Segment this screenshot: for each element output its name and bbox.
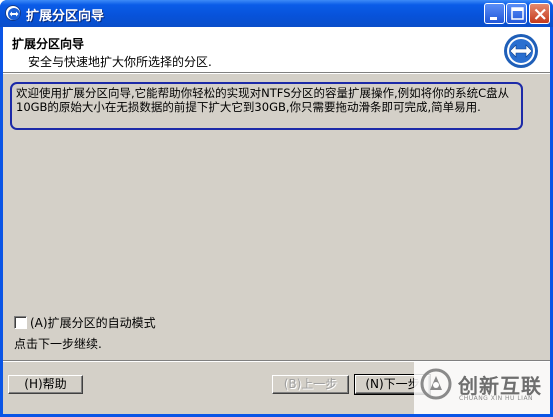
close-button[interactable] [529, 3, 550, 24]
wizard-header: 扩展分区向导 安全与快速地扩大你所选择的分区. [3, 27, 550, 72]
wizard-window: 扩展分区向导 扩展分区向导 安全与快速地扩大你所选择的分区. 欢迎使用扩展分区向… [0, 0, 553, 417]
maximize-button[interactable] [506, 3, 527, 24]
app-icon [5, 5, 21, 21]
auto-mode-label[interactable]: (A)扩展分区的自动模式 [30, 314, 156, 331]
window-title: 扩展分区向导 [26, 9, 105, 24]
minimize-button[interactable] [484, 3, 505, 24]
resize-partition-icon [504, 34, 538, 68]
title-bar[interactable]: 扩展分区向导 [0, 0, 553, 27]
header-subtitle: 安全与快速地扩大你所选择的分区. [28, 55, 212, 69]
watermark-logo-icon [420, 368, 452, 400]
header-divider [3, 72, 550, 74]
watermark: 创新互联 CHUANG XIN HU LIAN [414, 362, 550, 414]
auto-mode-checkbox[interactable] [14, 315, 27, 329]
auto-mode-option[interactable]: (A)扩展分区的自动模式 [14, 314, 156, 330]
wizard-client-area: 扩展分区向导 安全与快速地扩大你所选择的分区. 欢迎使用扩展分区向导,它能帮助你… [3, 27, 550, 414]
intro-text: 欢迎使用扩展分区向导,它能帮助你轻松的实现对NTFS分区的容量扩展操作,例如将你… [10, 82, 523, 130]
header-title: 扩展分区向导 [12, 37, 85, 51]
help-button[interactable]: (H)帮助 [8, 375, 83, 394]
continue-hint: 点击下一步继续. [14, 337, 102, 351]
watermark-subtext: CHUANG XIN HU LIAN [459, 395, 534, 402]
back-button: (B)上一步 [272, 375, 349, 394]
